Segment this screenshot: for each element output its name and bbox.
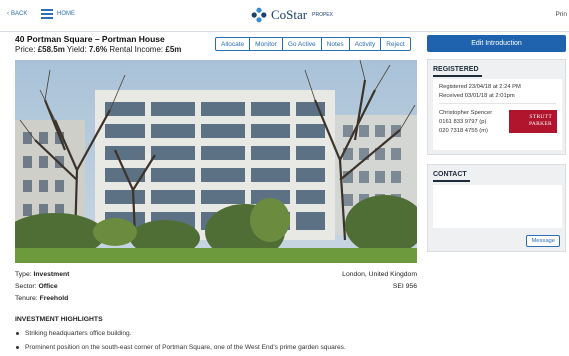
menu-icon[interactable] [41,9,53,19]
list-item: Striking headquarters office building. [15,327,346,341]
location-text: London, United Kingdom [342,271,417,278]
type-row: Type: Investment [15,269,69,281]
home-link[interactable]: HOME [57,11,75,17]
income-label: Rental Income: [109,45,164,54]
building-image [15,60,417,263]
tenure-row: Tenure: Freehold [15,293,69,305]
registered-card: Registered 23/04/18 at 2:24 PM Received … [433,79,562,150]
location-block: London, United Kingdom SEI 956 [342,269,417,293]
notes-button[interactable]: Notes [320,37,350,51]
agent-phone[interactable]: 0161 833 9797 (p) [439,119,486,125]
property-metrics: Price: £58.5m Yield: 7.6% Rental Income:… [15,45,181,54]
back-label: BACK [11,11,28,17]
registered-date: Registered 23/04/18 at 2:24 PM [439,84,521,90]
contact-message-input[interactable] [433,185,562,228]
yield-value: 7.6% [88,45,108,54]
type-value: Investment [33,271,70,278]
allocate-button[interactable]: Allocate [215,37,251,51]
list-item: Prominent position on the south-east cor… [15,341,346,355]
agency-logo-bottom: PARKER [529,121,552,127]
top-bar: ‹ BACK HOME CoStar PROPEX Prin [0,0,569,32]
agent-mobile[interactable]: 020 7318 4755 (m) [439,128,488,134]
property-photo[interactable] [15,60,417,263]
income-value: £5m [165,45,182,54]
heading-underline [433,75,482,77]
highlights-list: Striking headquarters office building. P… [15,327,346,355]
contact-heading: CONTACT [433,171,467,178]
property-title: 40 Portman Square – Portman House [15,34,165,44]
print-button[interactable]: Prin [555,11,567,18]
monitor-button[interactable]: Monitor [249,37,283,51]
reject-button[interactable]: Reject [380,37,411,51]
agency-logo: STRUTT PARKER [509,110,557,133]
go-active-button[interactable]: Go Active [281,37,322,51]
property-details: Type: Investment Sector: Office Tenure: … [15,269,69,305]
sector-row: Sector: Office [15,281,69,293]
costar-logo: CoStar PROPEX [251,7,333,23]
chevron-left-icon: ‹ [7,11,9,17]
sector-label: Sector: [15,283,37,290]
costar-mark-icon [251,7,267,23]
product-name: PROPEX [312,12,333,18]
divider [439,103,556,104]
agency-logo-top: STRUTT [529,114,552,120]
type-label: Type: [15,271,32,278]
registered-heading: REGISTERED [433,66,479,73]
price-label: Price: [15,45,36,54]
heading-underline [433,180,470,182]
contact-panel: CONTACT Message [427,164,566,252]
received-date: Received 03/01/18 at 2:01pm [439,93,515,99]
tenure-value: Freehold [39,295,69,302]
registered-panel: REGISTERED Registered 23/04/18 at 2:24 P… [427,59,566,155]
price-value: £58.5m [37,45,65,54]
yield-label: Yield: [66,45,87,54]
reference-code: SEI 956 [392,283,417,290]
agent-name: Christopher Spencer [439,110,493,116]
action-button-group: Allocate Monitor Go Active Notes Activit… [215,37,411,51]
brand-name: CoStar [271,7,308,22]
highlights-heading: INVESTMENT HIGHLIGHTS [15,316,103,323]
edit-introduction-button[interactable]: Edit Introduction [427,35,566,52]
activity-button[interactable]: Activity [348,37,382,51]
sector-value: Office [38,283,58,290]
back-button[interactable]: ‹ BACK [7,11,27,17]
message-button[interactable]: Message [526,235,560,247]
tenure-label: Tenure: [15,295,38,302]
